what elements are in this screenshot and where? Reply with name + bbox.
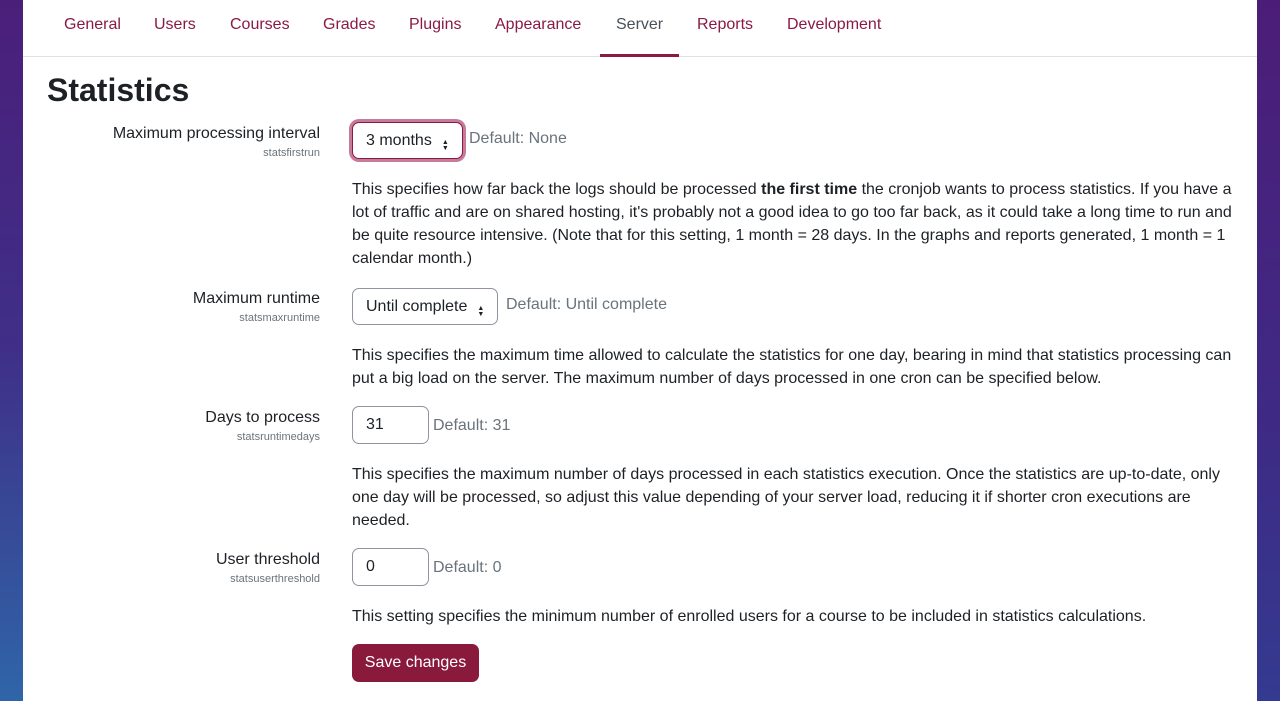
statsfirstrun-description: This specifies how far back the logs sho… bbox=[352, 178, 1237, 270]
tab-users[interactable]: Users bbox=[154, 0, 196, 56]
tab-grades[interactable]: Grades bbox=[323, 0, 375, 56]
statsuserthreshold-description: This setting specifies the minimum numbe… bbox=[352, 608, 1147, 625]
tab-reports[interactable]: Reports bbox=[697, 0, 753, 56]
statsmaxruntime-value: Until complete bbox=[366, 298, 468, 315]
setting-label-statsruntimedays: Days to process bbox=[205, 409, 320, 426]
statsmaxruntime-description: This specifies the maximum time allowed … bbox=[352, 347, 1232, 387]
setting-label-statsfirstrun: Maximum processing interval bbox=[112, 125, 320, 142]
up-down-caret-icon: ▲ ▼ bbox=[477, 305, 485, 318]
up-down-caret-icon: ▲ ▼ bbox=[441, 139, 449, 152]
tab-server[interactable]: Server bbox=[599, 0, 680, 57]
statsfirstrun-value: 3 months bbox=[366, 132, 432, 149]
tab-plugins[interactable]: Plugins bbox=[409, 0, 461, 56]
page-title: Statistics bbox=[47, 72, 190, 108]
setting-label-statsmaxruntime: Maximum runtime bbox=[192, 290, 320, 307]
setting-label-statsuserthreshold: User threshold bbox=[215, 551, 320, 568]
background-edge bbox=[1257, 0, 1280, 701]
statsruntimedays-input[interactable]: 31 bbox=[352, 406, 429, 444]
description-emphasis: the first time bbox=[761, 181, 858, 198]
statsfirstrun-default: Default: None bbox=[469, 130, 567, 147]
statsuserthreshold-default: Default: 0 bbox=[433, 559, 502, 576]
save-changes-button[interactable]: Save changes bbox=[352, 644, 479, 682]
statsmaxruntime-select[interactable]: Until complete ▲ ▼ bbox=[352, 288, 499, 325]
setting-name-statsfirstrun: statsfirstrun bbox=[263, 147, 320, 159]
admin-tabs: General Users Courses Grades Plugins App… bbox=[23, 0, 1257, 57]
admin-settings-page: General Users Courses Grades Plugins App… bbox=[23, 0, 1257, 701]
tab-appearance[interactable]: Appearance bbox=[495, 0, 581, 56]
setting-name-statsmaxruntime: statsmaxruntime bbox=[239, 312, 320, 324]
tab-courses[interactable]: Courses bbox=[230, 0, 290, 56]
statsfirstrun-select[interactable]: 3 months ▲ ▼ bbox=[352, 122, 463, 159]
setting-name-statsuserthreshold: statsuserthreshold bbox=[230, 573, 320, 585]
statsmaxruntime-default: Default: Until complete bbox=[506, 296, 667, 313]
statsruntimedays-default: Default: 31 bbox=[433, 417, 511, 434]
tab-general[interactable]: General bbox=[64, 0, 121, 56]
statsuserthreshold-input[interactable]: 0 bbox=[352, 548, 429, 586]
setting-name-statsruntimedays: statsruntimedays bbox=[236, 431, 320, 443]
tab-development[interactable]: Development bbox=[787, 0, 881, 56]
description-text: This specifies how far back the logs sho… bbox=[352, 181, 762, 198]
statsruntimedays-description: This specifies the maximum number of day… bbox=[352, 466, 1220, 529]
